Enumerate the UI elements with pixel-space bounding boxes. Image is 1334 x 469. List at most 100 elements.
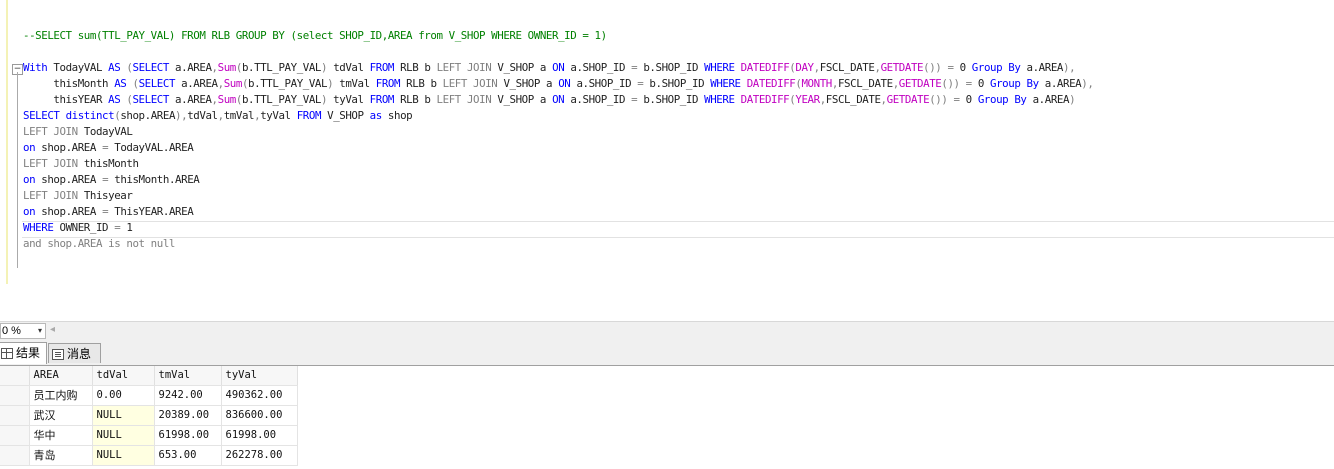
grid-cell[interactable]: 61998.00 xyxy=(154,425,222,446)
code-line[interactable]: on shop.AREA = thisMonth.AREA xyxy=(23,172,200,188)
results-pane: AREA tdVal tmVal tyVal 员工内购 0.00 9242.00… xyxy=(0,366,1334,469)
grid-cell[interactable]: 262278.00 xyxy=(221,445,298,466)
grid-cell[interactable]: 20389.00 xyxy=(154,405,222,426)
code-token: Sum xyxy=(217,61,237,74)
column-header[interactable]: tdVal xyxy=(92,366,155,386)
table-row: 武汉 NULL 20389.00 836600.00 xyxy=(0,405,298,426)
code-token: SELECT xyxy=(132,93,176,106)
code-token: MONTH xyxy=(801,77,832,90)
code-token: V_SHOP xyxy=(327,109,370,122)
code-token: ON xyxy=(552,61,571,74)
code-token: ), xyxy=(175,109,188,122)
code-token: --SELECT sum(TTL_PAY_VAL) FROM RLB GROUP… xyxy=(23,29,607,42)
code-token: With xyxy=(23,61,54,74)
code-token: a.AREA xyxy=(181,77,218,90)
code-line[interactable]: LEFT JOIN Thisyear xyxy=(23,188,133,204)
grid-cell[interactable]: 青岛 xyxy=(29,445,93,466)
code-token: ) xyxy=(1069,93,1076,106)
code-token: b.SHOP_ID xyxy=(643,93,705,106)
code-token: LEFT JOIN xyxy=(23,157,84,170)
code-line[interactable]: --SELECT sum(TTL_PAY_VAL) FROM RLB GROUP… xyxy=(23,28,607,44)
tab-messages[interactable]: 消息 xyxy=(48,343,101,363)
results-grid[interactable]: AREA tdVal tmVal tyVal 员工内购 0.00 9242.00… xyxy=(0,366,298,466)
code-token: SELECT xyxy=(23,109,66,122)
chevron-down-icon: ▾ xyxy=(37,326,42,335)
code-token: TodayVAL xyxy=(83,125,133,138)
scroll-left-icon[interactable]: ◂ xyxy=(50,324,55,335)
code-token: V_SHOP a xyxy=(497,61,553,74)
code-line[interactable]: With TodayVAL AS (SELECT a.AREA,Sum(b.TT… xyxy=(23,60,1076,76)
grid-cell[interactable]: 836600.00 xyxy=(221,405,298,426)
column-header[interactable]: AREA xyxy=(29,366,93,386)
code-token: b.TTL_PAY_VAL xyxy=(241,93,321,106)
code-line[interactable]: WHERE OWNER_ID = 1 xyxy=(23,220,133,236)
code-token: YEAR xyxy=(795,93,820,106)
code-line[interactable]: LEFT JOIN TodayVAL xyxy=(23,124,133,140)
code-token: = xyxy=(631,61,644,74)
sql-editor[interactable]: − --SELECT sum(TTL_PAY_VAL) FROM RLB GRO… xyxy=(0,0,1334,320)
tab-results[interactable]: 结果 xyxy=(0,342,47,364)
code-line[interactable]: on shop.AREA = ThisYEAR.AREA xyxy=(23,204,194,220)
code-line[interactable]: thisMonth AS (SELECT a.AREA,Sum(b.TTL_PA… xyxy=(23,76,1093,92)
code-token: tyVal xyxy=(260,109,297,122)
code-token: on xyxy=(23,141,42,154)
code-token: LEFT JOIN xyxy=(436,61,498,74)
code-token: tdVal xyxy=(333,61,370,74)
code-token: FSCL_DATE xyxy=(825,93,881,106)
code-token: FROM xyxy=(369,93,401,106)
code-token: 0 xyxy=(959,61,972,74)
code-token: LEFT JOIN xyxy=(442,77,504,90)
grid-header-row: AREA tdVal tmVal tyVal xyxy=(0,366,298,386)
grid-cell[interactable]: 0.00 xyxy=(92,385,155,406)
code-token: ) xyxy=(321,61,334,74)
grid-cell[interactable]: 员工内购 xyxy=(29,385,93,406)
code-token: V_SHOP a xyxy=(497,93,553,106)
code-token: tdVal xyxy=(187,109,218,122)
row-header[interactable] xyxy=(0,445,30,466)
row-header[interactable] xyxy=(0,385,30,406)
grid-cell[interactable]: 武汉 xyxy=(29,405,93,426)
grid-corner[interactable] xyxy=(0,366,30,386)
grid-cell[interactable]: 华中 xyxy=(29,425,93,446)
messages-icon xyxy=(52,349,64,360)
code-token: RLB b xyxy=(400,93,437,106)
code-token: DAY xyxy=(795,61,814,74)
code-line[interactable]: SELECT distinct(shop.AREA),tdVal,tmVal,t… xyxy=(23,108,413,124)
code-token: b.TTL_PAY_VAL xyxy=(248,77,328,90)
grid-cell[interactable]: 653.00 xyxy=(154,445,222,466)
code-token: = xyxy=(102,205,115,218)
grid-cell[interactable]: 490362.00 xyxy=(221,385,298,406)
code-line[interactable]: LEFT JOIN thisMonth xyxy=(23,156,139,172)
row-header[interactable] xyxy=(0,405,30,426)
code-token: FROM xyxy=(375,77,407,90)
code-token: a.AREA xyxy=(1026,61,1064,74)
grid-icon xyxy=(1,348,13,359)
code-token: thisMonth xyxy=(83,157,139,170)
code-token: shop.AREA xyxy=(120,109,176,122)
table-row: 员工内购 0.00 9242.00 490362.00 xyxy=(0,385,298,406)
grid-cell[interactable]: NULL xyxy=(92,445,155,466)
zoom-dropdown[interactable]: 0 % ▾ xyxy=(0,323,46,339)
code-token: 1 xyxy=(126,221,133,234)
code-token: Group By xyxy=(990,77,1045,90)
code-token: ()) = xyxy=(941,77,978,90)
column-header[interactable]: tmVal xyxy=(154,366,222,386)
code-token: = xyxy=(102,141,115,154)
row-header[interactable] xyxy=(0,425,30,446)
tab-messages-label: 消息 xyxy=(67,347,92,361)
grid-cell[interactable]: 61998.00 xyxy=(221,425,298,446)
grid-cell[interactable]: NULL xyxy=(92,425,155,446)
code-token: WHERE xyxy=(704,93,741,106)
code-token: tmVal xyxy=(223,109,255,122)
code-token: = xyxy=(114,221,127,234)
code-token: as xyxy=(369,109,388,122)
column-header[interactable]: tyVal xyxy=(221,366,298,386)
code-token: OWNER_ID xyxy=(59,221,115,234)
code-token: FSCL_DATE xyxy=(837,77,893,90)
grid-cell[interactable]: NULL xyxy=(92,405,155,426)
grid-cell[interactable]: 9242.00 xyxy=(154,385,222,406)
code-line[interactable]: and shop.AREA is not null xyxy=(23,236,175,252)
code-line[interactable]: thisYEAR AS (SELECT a.AREA,Sum(b.TTL_PAY… xyxy=(23,92,1075,108)
code-token: DATEDIFF xyxy=(746,77,796,90)
code-line[interactable]: on shop.AREA = TodayVAL.AREA xyxy=(23,140,194,156)
